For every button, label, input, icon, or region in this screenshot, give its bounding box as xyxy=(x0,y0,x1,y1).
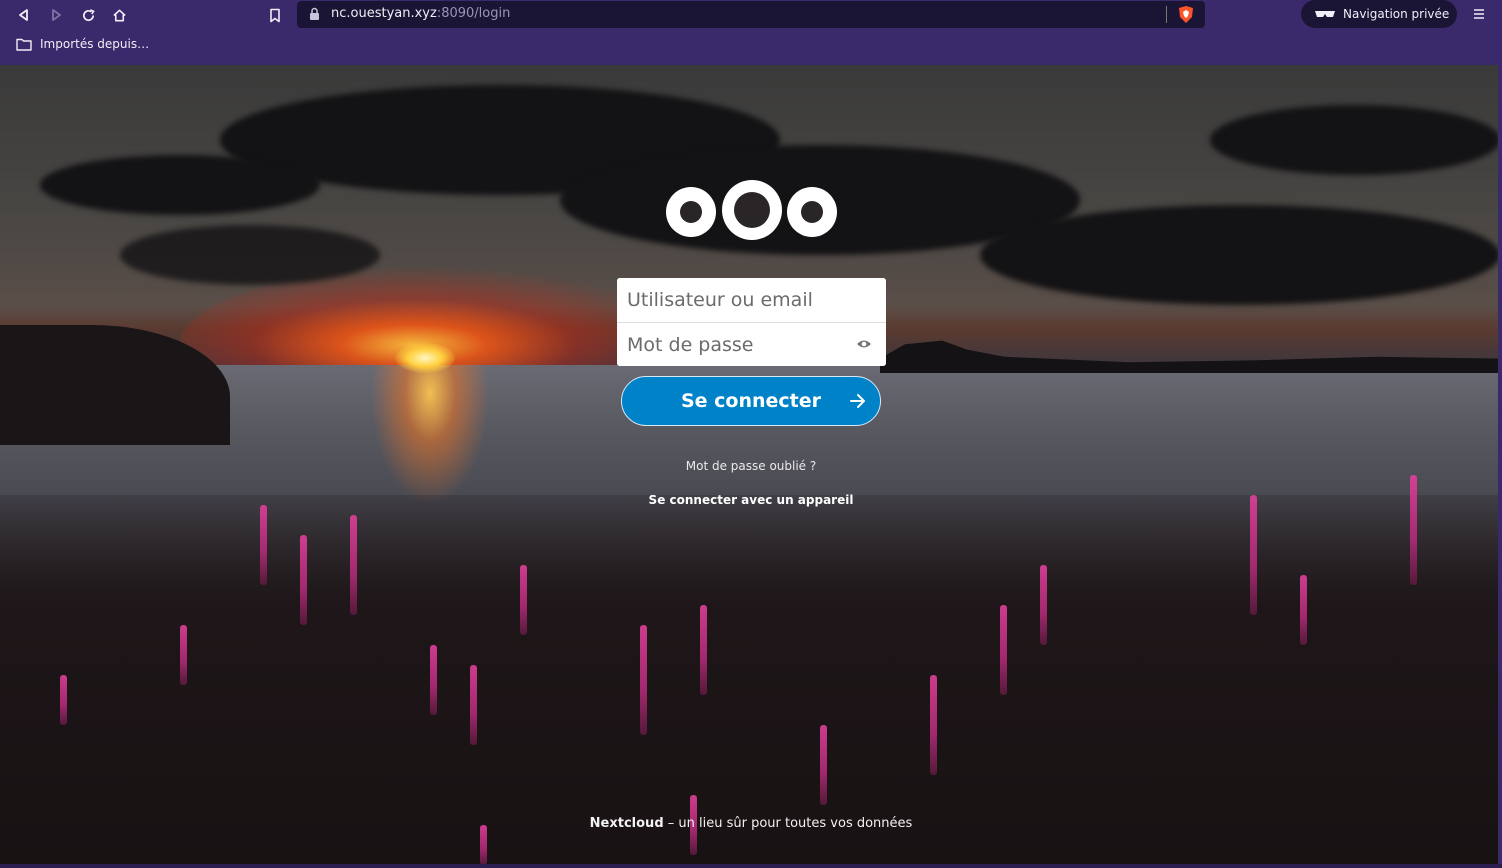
private-mask-icon xyxy=(1315,11,1335,17)
flower xyxy=(470,665,477,745)
folder-icon xyxy=(16,38,32,51)
url-host: nc.ouestyan.xyz xyxy=(331,6,437,21)
forward-button[interactable] xyxy=(44,3,68,27)
flower xyxy=(700,605,707,695)
bookmark-icon xyxy=(270,8,280,22)
flower xyxy=(60,675,67,725)
menu-button[interactable] xyxy=(1468,3,1490,25)
show-password-icon[interactable] xyxy=(856,338,872,350)
meadow xyxy=(0,495,1502,868)
forward-icon xyxy=(52,9,61,21)
url-separator xyxy=(1166,6,1167,23)
flower xyxy=(480,825,487,865)
submit-label: Se connecter xyxy=(680,390,822,412)
reload-icon xyxy=(82,8,95,21)
flower xyxy=(640,625,647,735)
flower xyxy=(1250,495,1257,615)
forgot-password-link[interactable]: Mot de passe oublié ? xyxy=(0,459,1502,473)
shore-right xyxy=(880,340,1502,373)
home-button[interactable] xyxy=(107,3,131,27)
reload-button[interactable] xyxy=(76,3,100,27)
footer: Nextcloud – un lieu sûr pour toutes vos … xyxy=(0,816,1502,831)
window-border-bottom xyxy=(0,864,1502,868)
flower xyxy=(520,565,527,635)
flower xyxy=(300,535,307,625)
sun xyxy=(395,343,455,373)
brave-shields-icon[interactable] xyxy=(1177,5,1195,24)
url-path: :8090/login xyxy=(436,6,511,21)
menu-icon xyxy=(1474,9,1484,19)
browser-chrome: nc.ouestyan.xyz:8090/login Navigation pr… xyxy=(0,0,1502,65)
footer-tagline: – un lieu sûr pour toutes vos données xyxy=(663,816,913,831)
flower xyxy=(820,725,827,805)
flower xyxy=(180,625,187,685)
window-border-right xyxy=(1498,65,1502,868)
bookmark-folder-imported[interactable]: Importés depuis… xyxy=(16,37,149,51)
address-bar[interactable]: nc.ouestyan.xyz:8090/login xyxy=(297,1,1205,28)
login-page: Se connecter Mot de passe oublié ? Se co… xyxy=(0,65,1502,868)
flower xyxy=(1000,605,1007,695)
url-text: nc.ouestyan.xyz:8090/login xyxy=(331,6,510,21)
bookmarks-bar: Importés depuis… xyxy=(0,31,1502,65)
flower xyxy=(1300,575,1307,645)
back-icon xyxy=(19,9,28,21)
private-browsing-indicator[interactable]: Navigation privée xyxy=(1301,0,1457,28)
private-label: Navigation privée xyxy=(1343,7,1450,21)
flower xyxy=(430,645,437,715)
cloud xyxy=(120,225,380,285)
flower xyxy=(350,515,357,615)
flower xyxy=(930,675,937,775)
back-button[interactable] xyxy=(12,3,36,27)
flower xyxy=(1410,475,1417,585)
arrow-right-icon xyxy=(850,394,865,408)
home-icon xyxy=(112,9,126,21)
bookmark-label: Importés depuis… xyxy=(40,37,150,51)
footer-brand[interactable]: Nextcloud xyxy=(590,816,664,831)
browser-toolbar: nc.ouestyan.xyz:8090/login Navigation pr… xyxy=(0,0,1502,30)
cloud xyxy=(40,155,320,215)
username-input[interactable] xyxy=(617,278,886,322)
bookmark-button[interactable] xyxy=(263,3,287,27)
password-input[interactable] xyxy=(617,322,886,366)
nextcloud-logo xyxy=(666,180,837,240)
lock-icon xyxy=(310,7,319,20)
cloud xyxy=(1210,105,1500,175)
login-submit-button[interactable]: Se connecter xyxy=(621,376,881,426)
flower xyxy=(1040,565,1047,645)
sun-reflection xyxy=(370,365,490,505)
login-with-device-link[interactable]: Se connecter avec un appareil xyxy=(0,493,1502,507)
flower xyxy=(260,505,267,585)
login-form xyxy=(617,278,886,366)
cloud xyxy=(980,205,1500,305)
